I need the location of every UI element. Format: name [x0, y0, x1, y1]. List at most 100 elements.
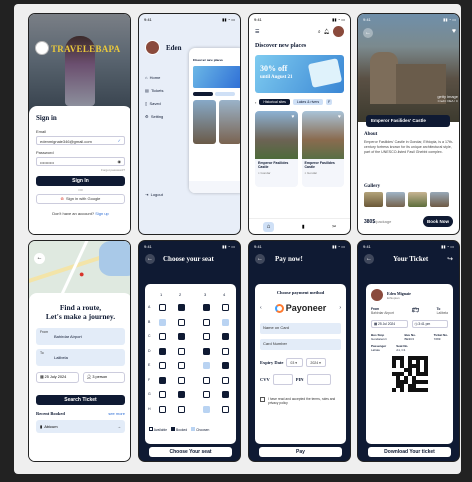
qr-module	[395, 372, 400, 376]
seat[interactable]	[222, 405, 229, 413]
qr-module	[407, 384, 412, 388]
chevron-right-icon[interactable]: ›	[339, 305, 341, 311]
qr-module	[419, 372, 424, 376]
sign-up-link[interactable]: Sign up	[95, 211, 109, 216]
sign-in-button[interactable]: Sign In	[36, 176, 125, 186]
seat[interactable]	[159, 304, 166, 311]
seat[interactable]	[203, 333, 210, 340]
share-icon[interactable]: ↪	[447, 255, 453, 263]
cvv-field[interactable]	[272, 374, 293, 385]
seat[interactable]	[203, 405, 210, 413]
gallery-image-4[interactable]	[430, 192, 449, 207]
menu-item-saved[interactable]: ▯ Saved	[145, 101, 163, 114]
seat[interactable]	[178, 318, 185, 326]
seat[interactable]	[178, 347, 185, 355]
chevron-left-icon[interactable]: ‹	[255, 100, 256, 105]
expiry-year-select[interactable]: 2024 ▾	[306, 358, 327, 367]
forgot-password-link[interactable]: Forgot password?	[36, 168, 125, 172]
back-arrow-icon[interactable]: ←	[364, 254, 374, 264]
logout-item[interactable]: ⇥ Logout	[145, 192, 163, 197]
qr-module	[423, 372, 428, 376]
seat[interactable]	[222, 304, 229, 311]
promo-banner[interactable]: 30% off until August 21	[255, 55, 344, 93]
chip-historical[interactable]: Historical sites	[259, 99, 290, 105]
heart-icon[interactable]: ♥	[292, 114, 295, 120]
gallery-image-1[interactable]	[364, 192, 383, 207]
seat[interactable]	[159, 333, 166, 340]
seat[interactable]	[178, 405, 185, 413]
back-arrow-icon[interactable]: ←	[255, 254, 265, 264]
menu-item-tickets[interactable]: ▤ Tickets	[145, 88, 163, 101]
place-card-1[interactable]: ♥ Emperor Fasilides Castle ⌖ Gondar	[255, 111, 298, 187]
chip-lakes[interactable]: Lakes & rivers	[292, 99, 324, 105]
book-now-button[interactable]: Book Now	[423, 216, 453, 227]
seat[interactable]	[203, 362, 210, 369]
seat[interactable]	[159, 391, 166, 398]
heart-icon[interactable]: ♥	[452, 28, 456, 35]
ticket-tab-icon[interactable]: ✂	[332, 224, 336, 230]
menu-item-home[interactable]: ⌂ Home	[145, 75, 163, 88]
seat[interactable]	[159, 347, 166, 355]
from-field[interactable]: From Bahirdar Airport	[36, 328, 125, 345]
back-arrow-icon[interactable]: ←	[34, 253, 45, 264]
seat[interactable]	[203, 347, 210, 355]
name-on-card-field[interactable]: Name on Card	[260, 323, 341, 334]
choose-seat-button[interactable]: Choose Your seat	[149, 447, 232, 457]
heart-icon[interactable]: ♥	[338, 114, 341, 120]
route-map[interactable]: ● ←	[29, 241, 130, 301]
search-ticket-button[interactable]: Search Ticket	[36, 395, 125, 405]
qr-module	[415, 380, 420, 384]
see-more-link[interactable]: see more	[108, 411, 125, 416]
seat[interactable]	[159, 318, 166, 326]
seat[interactable]	[203, 318, 210, 326]
hamburger-icon[interactable]: ☰	[255, 29, 259, 35]
chevron-left-icon[interactable]: ‹	[260, 305, 262, 311]
email-field[interactable]: edenmignaie346@gmail.com ✓	[36, 136, 125, 145]
download-ticket-button[interactable]: Download Your ticket	[368, 447, 451, 457]
seat[interactable]	[222, 318, 229, 326]
bookmark-tab-icon[interactable]: ▮	[302, 224, 305, 230]
seat[interactable]	[178, 304, 185, 311]
seat[interactable]	[203, 391, 210, 398]
seat[interactable]	[222, 333, 229, 340]
seat[interactable]	[222, 376, 229, 384]
seat[interactable]	[159, 376, 166, 384]
seat[interactable]	[178, 333, 185, 340]
avatar[interactable]	[145, 40, 160, 55]
gallery-image-2[interactable]	[386, 192, 405, 207]
home-tab-icon[interactable]: ⌂	[262, 221, 275, 232]
seat[interactable]	[178, 391, 185, 398]
pin-field[interactable]	[306, 374, 331, 385]
seat[interactable]	[222, 391, 229, 398]
password-field[interactable]: •••••••••• ◉	[36, 157, 125, 166]
seat[interactable]	[222, 347, 229, 355]
seat[interactable]	[203, 376, 210, 384]
bell-icon[interactable]: 🔔︎	[324, 29, 330, 35]
back-arrow-icon[interactable]: ←	[363, 28, 373, 38]
app-preview-card[interactable]: Discover new places	[189, 48, 240, 193]
passenger-field[interactable]: 👤︎ 3 person	[82, 372, 125, 383]
back-arrow-icon[interactable]: ←	[145, 254, 155, 264]
seat[interactable]	[159, 405, 166, 413]
date-field[interactable]: ▦ 25 July 2024	[36, 372, 79, 383]
search-icon[interactable]: ⌕	[318, 29, 321, 35]
pay-button[interactable]: Pay	[259, 447, 342, 457]
card-number-field[interactable]: Card Number	[260, 339, 341, 350]
menu-item-setting[interactable]: ⚙ Setting	[145, 114, 163, 127]
chip-more[interactable]: F	[326, 99, 333, 105]
terms-checkbox[interactable]	[260, 397, 265, 402]
expiry-month-select[interactable]: 03 ▾	[286, 358, 304, 367]
sign-up-prompt: Don't have an account? Sign up	[36, 211, 125, 216]
seat[interactable]	[178, 376, 185, 384]
recent-booking-item[interactable]: ▮ Abicum →	[36, 420, 125, 433]
eye-icon[interactable]: ◉	[118, 159, 122, 164]
gallery-image-3[interactable]	[408, 192, 427, 207]
seat[interactable]	[178, 362, 185, 369]
seat[interactable]	[159, 362, 166, 369]
seat[interactable]	[203, 304, 210, 311]
avatar[interactable]	[333, 26, 344, 37]
seat[interactable]	[222, 362, 229, 369]
place-card-2[interactable]: ♥ Emperor Fasilides Castle ⌖ Gondar	[301, 111, 344, 187]
to-field[interactable]: To Lalibela	[36, 349, 125, 366]
google-sign-in-button[interactable]: G Sign in with Google	[36, 194, 125, 204]
